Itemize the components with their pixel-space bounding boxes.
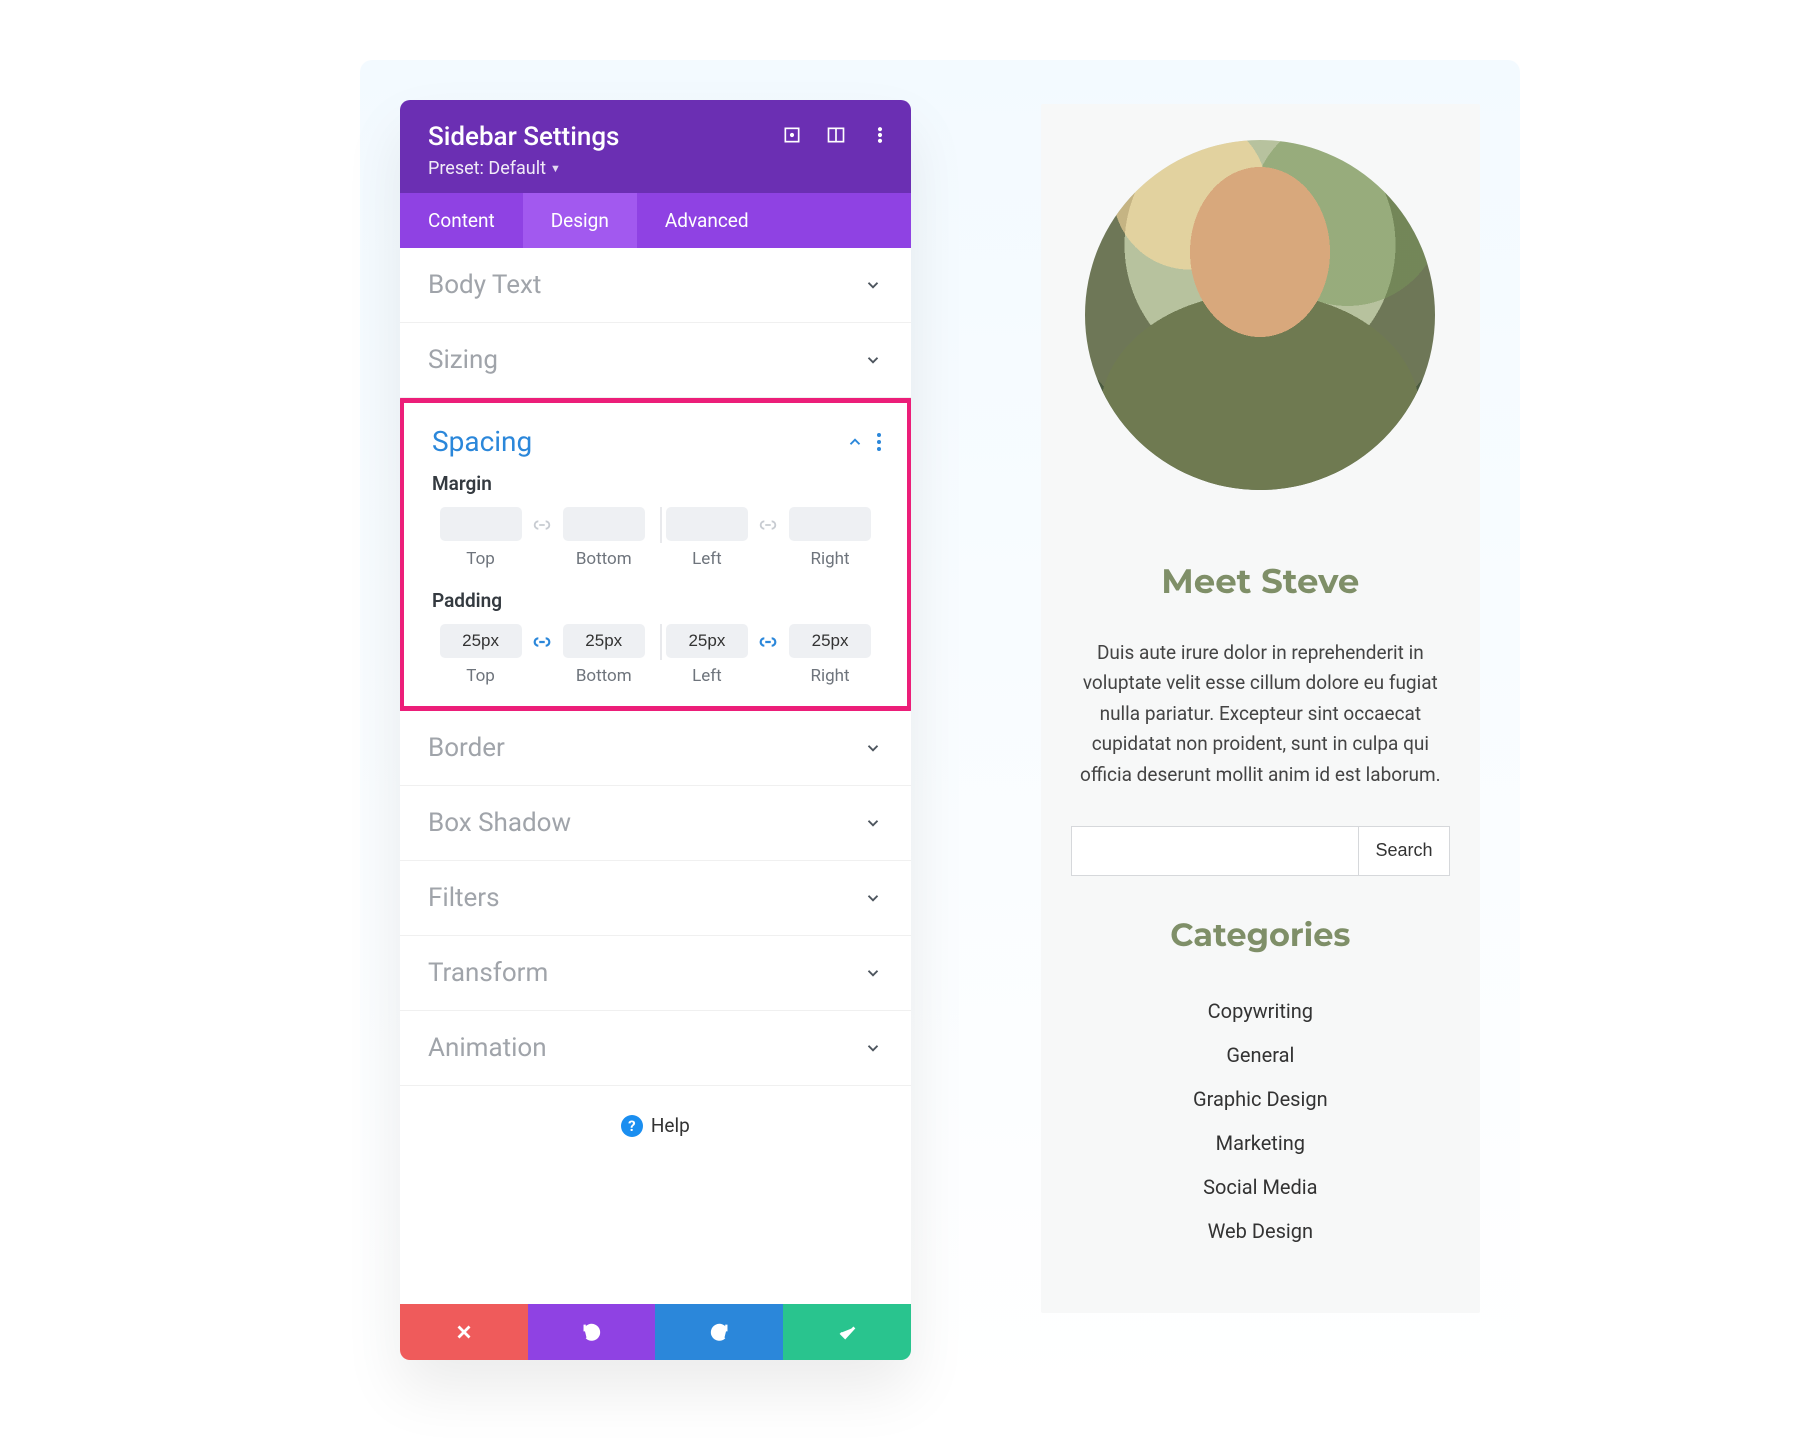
sidebar-settings-panel: Sidebar Settings Preset: Default ▼ Conte… bbox=[400, 100, 911, 1360]
margin-top-input[interactable] bbox=[440, 507, 522, 541]
chevron-up-icon bbox=[845, 432, 865, 452]
help-label: Help bbox=[651, 1114, 690, 1137]
link-active-icon[interactable] bbox=[529, 629, 555, 655]
section-title: Filters bbox=[428, 883, 500, 913]
section-more-icon[interactable] bbox=[877, 433, 883, 451]
save-button[interactable] bbox=[783, 1304, 911, 1360]
margin-bottom-input[interactable] bbox=[563, 507, 645, 541]
padding-right-input[interactable] bbox=[789, 624, 871, 658]
margin-right-input[interactable] bbox=[789, 507, 871, 541]
side-label-right: Right bbox=[811, 666, 850, 686]
search-button[interactable]: Search bbox=[1358, 826, 1450, 876]
section-animation[interactable]: Animation bbox=[400, 1011, 911, 1086]
category-item[interactable]: Copywriting bbox=[1071, 989, 1450, 1033]
categories-heading: Categories bbox=[1071, 916, 1450, 955]
section-box-shadow[interactable]: Box Shadow bbox=[400, 786, 911, 861]
section-title: Transform bbox=[428, 958, 548, 988]
chevron-down-icon bbox=[863, 963, 883, 983]
side-label-left: Left bbox=[692, 549, 722, 569]
tab-design[interactable]: Design bbox=[523, 193, 637, 248]
panel-header: Sidebar Settings Preset: Default ▼ bbox=[400, 100, 911, 193]
help-link[interactable]: ? Help bbox=[400, 1086, 911, 1171]
category-item[interactable]: General bbox=[1071, 1033, 1450, 1077]
category-item[interactable]: Web Design bbox=[1071, 1209, 1450, 1253]
link-icon[interactable] bbox=[755, 512, 781, 538]
side-label-top: Top bbox=[466, 549, 495, 569]
redo-button[interactable] bbox=[655, 1304, 783, 1360]
side-label-bottom: Bottom bbox=[576, 666, 632, 686]
padding-left-input[interactable] bbox=[666, 624, 748, 658]
preset-dropdown[interactable]: Preset: Default ▼ bbox=[428, 158, 561, 179]
category-item[interactable]: Marketing bbox=[1071, 1121, 1450, 1165]
chevron-down-icon bbox=[863, 350, 883, 370]
caret-down-icon: ▼ bbox=[550, 162, 561, 175]
section-filters[interactable]: Filters bbox=[400, 861, 911, 936]
section-sizing[interactable]: Sizing bbox=[400, 323, 911, 398]
section-spacing-highlight: Spacing Margin Top bbox=[400, 398, 911, 711]
section-title: Spacing bbox=[432, 425, 532, 458]
undo-button[interactable] bbox=[528, 1304, 656, 1360]
section-border[interactable]: Border bbox=[400, 711, 911, 786]
section-transform[interactable]: Transform bbox=[400, 936, 911, 1011]
preset-label: Preset: Default bbox=[428, 158, 546, 179]
section-title: Box Shadow bbox=[428, 808, 571, 838]
category-item[interactable]: Graphic Design bbox=[1071, 1077, 1450, 1121]
section-title: Border bbox=[428, 733, 505, 763]
chevron-down-icon bbox=[863, 813, 883, 833]
section-title: Sizing bbox=[428, 345, 498, 375]
side-label-left: Left bbox=[692, 666, 722, 686]
padding-bottom-input[interactable] bbox=[563, 624, 645, 658]
side-label-bottom: Bottom bbox=[576, 549, 632, 569]
avatar bbox=[1085, 140, 1435, 490]
padding-label: Padding bbox=[432, 589, 879, 612]
padding-group: Padding Top Bottom bbox=[404, 589, 907, 706]
chevron-down-icon bbox=[863, 275, 883, 295]
chevron-down-icon bbox=[863, 738, 883, 758]
category-item[interactable]: Social Media bbox=[1071, 1165, 1450, 1209]
side-label-right: Right bbox=[811, 549, 850, 569]
panel-body: Body Text Sizing Spacing Margin bbox=[400, 248, 911, 1304]
columns-icon[interactable] bbox=[825, 124, 847, 146]
section-spacing[interactable]: Spacing bbox=[404, 403, 907, 472]
tab-advanced[interactable]: Advanced bbox=[637, 193, 777, 248]
panel-footer bbox=[400, 1304, 911, 1360]
section-title: Body Text bbox=[428, 270, 541, 300]
margin-label: Margin bbox=[432, 472, 879, 495]
preview-sidebar: Meet Steve Duis aute irure dolor in repr… bbox=[1041, 104, 1480, 1313]
help-icon: ? bbox=[621, 1115, 643, 1137]
search-input[interactable] bbox=[1071, 826, 1358, 876]
section-title: Animation bbox=[428, 1033, 547, 1063]
preview-body: Duis aute irure dolor in reprehenderit i… bbox=[1071, 638, 1450, 790]
categories-list: Copywriting General Graphic Design Marke… bbox=[1071, 989, 1450, 1253]
padding-top-input[interactable] bbox=[440, 624, 522, 658]
panel-tabs: Content Design Advanced bbox=[400, 193, 911, 248]
chevron-down-icon bbox=[863, 888, 883, 908]
margin-left-input[interactable] bbox=[666, 507, 748, 541]
margin-group: Margin Top Bottom bbox=[404, 472, 907, 589]
link-active-icon[interactable] bbox=[755, 629, 781, 655]
link-icon[interactable] bbox=[529, 512, 555, 538]
side-label-top: Top bbox=[466, 666, 495, 686]
tab-content[interactable]: Content bbox=[400, 193, 523, 248]
more-icon[interactable] bbox=[869, 124, 891, 146]
preview-heading: Meet Steve bbox=[1071, 560, 1450, 602]
chevron-down-icon bbox=[863, 1038, 883, 1058]
section-body-text[interactable]: Body Text bbox=[400, 248, 911, 323]
close-button[interactable] bbox=[400, 1304, 528, 1360]
expand-icon[interactable] bbox=[781, 124, 803, 146]
